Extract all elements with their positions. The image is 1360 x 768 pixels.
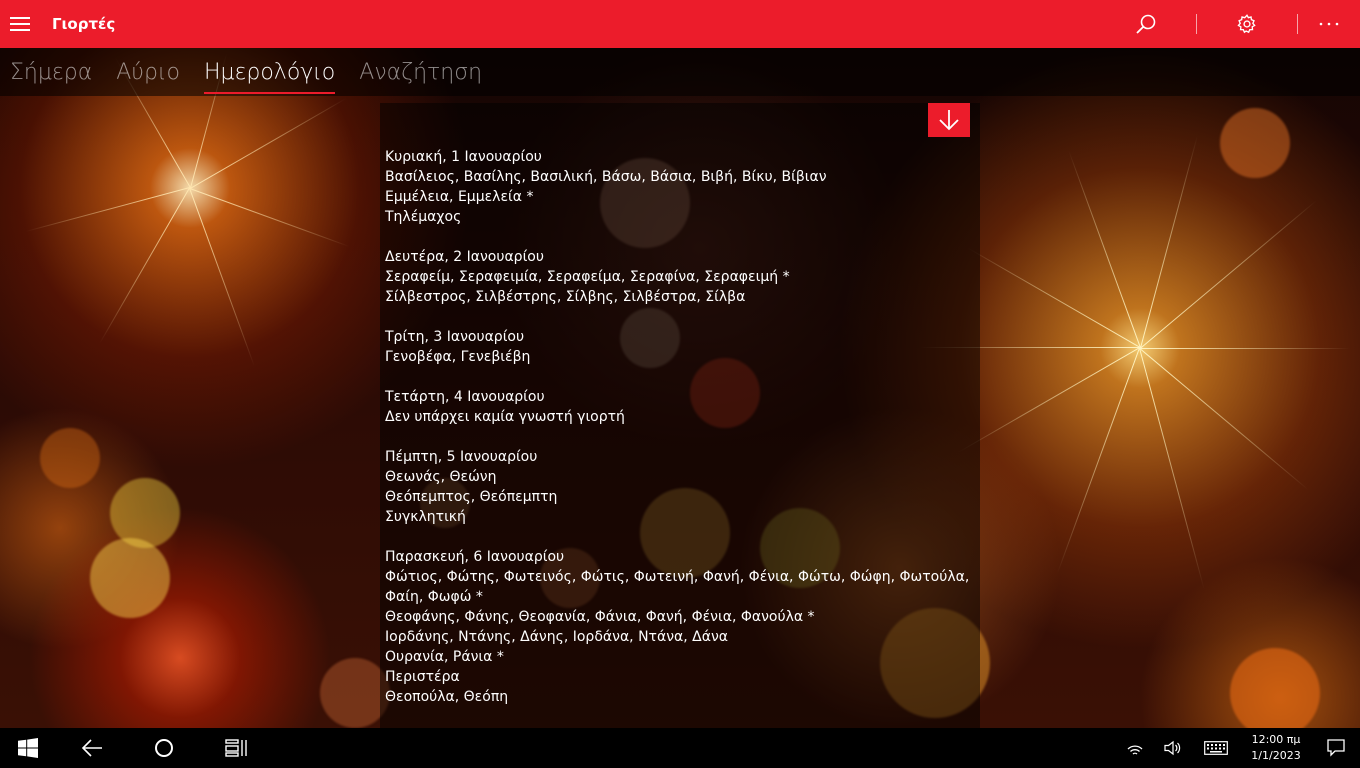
arrow-down-icon — [939, 110, 959, 131]
day-names: Περιστέρα — [385, 669, 460, 685]
day-entry: Τρίτη, 3 Ιανουαρίου Γενοβέφα, Γενεβιέβη — [385, 327, 970, 367]
settings-button[interactable] — [1197, 0, 1297, 48]
tab-search[interactable]: Αναζήτηση — [359, 48, 482, 96]
day-names: Ουρανία, Ράνια * — [385, 649, 504, 665]
day-date: Δευτέρα, 2 Ιανουαρίου — [385, 249, 544, 265]
day-date: Τρίτη, 3 Ιανουαρίου — [385, 329, 525, 345]
more-icon — [1319, 22, 1339, 26]
day-names: Δεν υπάρχει καμία γνωστή γιορτή — [385, 409, 625, 425]
title-bar: Γιορτές — [0, 0, 1360, 48]
wifi-icon[interactable] — [1116, 728, 1154, 768]
calendar-panel[interactable]: Κυριακή, 1 Ιανουαρίου Βασίλειος, Βασίλης… — [380, 103, 980, 728]
day-names: Θεοπούλα, Θεόπη — [385, 689, 509, 705]
day-entry: Παρασκευή, 6 Ιανουαρίου Φώτιος, Φώτης, Φ… — [385, 547, 970, 707]
cortana-button[interactable] — [128, 728, 200, 768]
clock[interactable]: 12:00 πμ 1/1/2023 — [1240, 732, 1312, 764]
volume-icon[interactable] — [1154, 728, 1192, 768]
task-view-icon — [225, 739, 247, 757]
start-button[interactable] — [0, 728, 56, 768]
day-names: Ιορδάνης, Ντάνης, Δάνης, Ιορδάνα, Ντάνα,… — [385, 629, 728, 645]
scroll-down-button[interactable] — [928, 103, 970, 137]
clock-time: 12:00 πμ — [1251, 733, 1301, 746]
windows-start-icon — [18, 738, 38, 758]
gear-icon — [1237, 14, 1256, 34]
pivot-tabs: Σήμερα Αύριο Ημερολόγιο Αναζήτηση — [0, 48, 1360, 96]
day-names: Θεόπεμπτος, Θεόπεμπτη — [385, 489, 558, 505]
back-button[interactable] — [56, 728, 128, 768]
day-names: Θεοφάνης, Φάνης, Θεοφανία, Φάνια, Φανή, … — [385, 609, 815, 625]
task-view-button[interactable] — [200, 728, 272, 768]
system-tray: 12:00 πμ 1/1/2023 — [1116, 728, 1360, 768]
search-icon — [1136, 14, 1156, 34]
day-entry: Τετάρτη, 4 Ιανουαρίου Δεν υπάρχει καμία … — [385, 387, 970, 427]
day-date: Παρασκευή, 6 Ιανουαρίου — [385, 549, 565, 565]
day-entry: Δευτέρα, 2 Ιανουαρίου Σεραφείμ, Σεραφειμ… — [385, 247, 970, 307]
day-names: Σεραφείμ, Σεραφειμία, Σεραφείμα, Σεραφίν… — [385, 269, 790, 285]
nameday-list: Κυριακή, 1 Ιανουαρίου Βασίλειος, Βασίλης… — [385, 147, 970, 727]
day-entry: Πέμπτη, 5 Ιανουαρίου Θεωνάς, Θεώνη Θεόπε… — [385, 447, 970, 527]
tab-tomorrow[interactable]: Αύριο — [116, 48, 180, 96]
clock-date: 1/1/2023 — [1251, 749, 1301, 762]
hamburger-icon[interactable] — [0, 0, 40, 48]
day-names: Σίλβεστρος, Σιλβέστρης, Σίλβης, Σιλβέστρ… — [385, 289, 746, 305]
day-date: Κυριακή, 1 Ιανουαρίου — [385, 149, 542, 165]
app-title: Γιορτές — [52, 15, 116, 33]
tab-today[interactable]: Σήμερα — [10, 48, 92, 96]
day-date: Πέμπτη, 5 Ιανουαρίου — [385, 449, 538, 465]
taskbar: 12:00 πμ 1/1/2023 — [0, 728, 1360, 768]
search-button[interactable] — [1096, 0, 1196, 48]
day-names: Συγκλητική — [385, 509, 466, 525]
day-entry: Κυριακή, 1 Ιανουαρίου Βασίλειος, Βασίλης… — [385, 147, 970, 227]
day-names: Φώτιος, Φώτης, Φωτεινός, Φώτις, Φωτεινή,… — [385, 569, 970, 605]
back-arrow-icon — [81, 739, 102, 757]
more-button[interactable] — [1298, 0, 1360, 48]
tab-calendar[interactable]: Ημερολόγιο — [203, 48, 336, 96]
notification-button[interactable] — [1312, 728, 1360, 768]
day-names: Τηλέμαχος — [385, 209, 462, 225]
day-names: Θεωνάς, Θεώνη — [385, 469, 497, 485]
day-date: Τετάρτη, 4 Ιανουαρίου — [385, 389, 545, 405]
day-names: Βασίλειος, Βασίλης, Βασιλική, Βάσω, Βάσι… — [385, 169, 827, 185]
notification-icon — [1327, 739, 1345, 757]
day-names: Εμμέλεια, Εμμελεία * — [385, 189, 534, 205]
keyboard-icon[interactable] — [1192, 728, 1240, 768]
day-names: Γενοβέφα, Γενεβιέβη — [385, 349, 531, 365]
cortana-circle-icon — [155, 739, 173, 757]
